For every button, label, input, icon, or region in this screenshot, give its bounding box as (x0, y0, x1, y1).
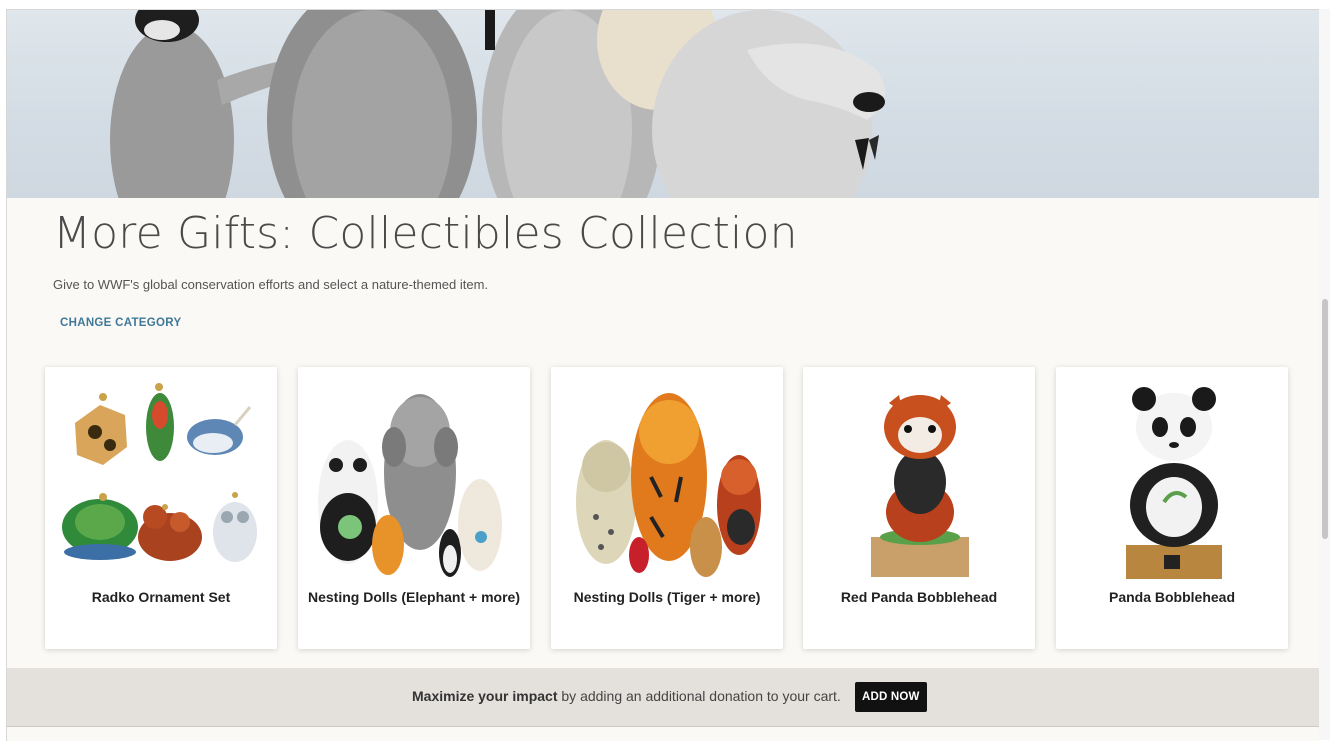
donation-banner: Maximize your impact by adding an additi… (7, 668, 1320, 727)
add-now-button[interactable]: ADD NOW (855, 682, 927, 712)
hero-penguins-image (7, 10, 1320, 198)
scrollbar-thumb[interactable] (1322, 299, 1328, 539)
nesting-dolls-elephant-image (318, 394, 502, 577)
page-subtitle: Give to WWF's global conservation effort… (53, 277, 489, 292)
product-card-nesting-dolls-tiger[interactable]: Nesting Dolls (Tiger + more) (551, 367, 783, 649)
page-title: More Gifts: Collectibles Collection (53, 208, 798, 259)
banner-body-text: by adding an additional donation to your… (557, 688, 841, 704)
product-card-red-panda-bobblehead[interactable]: Red Panda Bobblehead (803, 367, 1035, 649)
page-frame: More Gifts: Collectibles Collection Give… (6, 9, 1320, 741)
banner-bold-text: Maximize your impact (412, 688, 558, 704)
product-name: Nesting Dolls (Tiger + more) (573, 589, 761, 605)
product-card-radko-ornament-set[interactable]: Radko Ornament Set (45, 367, 277, 649)
product-name: Red Panda Bobblehead (840, 589, 998, 605)
product-name: Radko Ornament Set (91, 589, 231, 605)
panda-bobblehead-image (1126, 387, 1222, 579)
scrollbar[interactable] (1319, 9, 1330, 740)
nesting-dolls-tiger-image (576, 393, 761, 577)
product-name: Panda Bobblehead (1108, 589, 1236, 605)
product-card-nesting-dolls-elephant[interactable]: Nesting Dolls (Elephant + more) (298, 367, 530, 649)
ornament-set-image (62, 383, 257, 562)
product-name: Nesting Dolls (Elephant + more) (308, 589, 520, 605)
red-panda-bobblehead-image (871, 395, 969, 577)
change-category-link[interactable]: CHANGE CATEGORY (60, 317, 181, 329)
banner-text: Maximize your impact by adding an additi… (412, 688, 841, 704)
product-card-panda-bobblehead[interactable]: Panda Bobblehead (1056, 367, 1288, 649)
